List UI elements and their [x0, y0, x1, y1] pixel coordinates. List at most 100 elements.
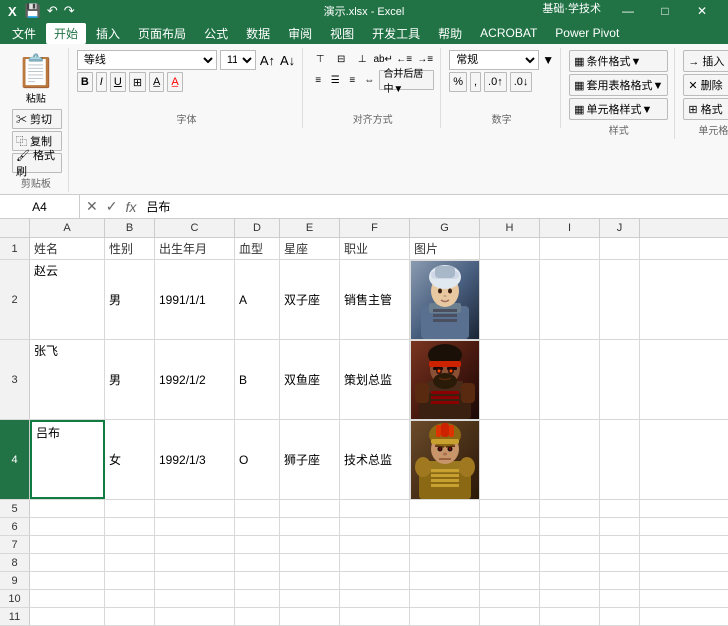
cell-f1[interactable]: 职业 — [340, 238, 410, 259]
close-btn[interactable]: ✕ — [684, 0, 720, 22]
delete-cells-btn[interactable]: ✕ 删除 ▼ — [683, 74, 728, 96]
cell-h2[interactable] — [480, 260, 540, 339]
cell-c4[interactable]: 1992/1/3 — [155, 420, 235, 499]
decrease-font-btn[interactable]: A↓ — [279, 52, 296, 69]
font-size-select[interactable]: 11 — [220, 50, 256, 70]
col-header-c[interactable]: C — [155, 219, 235, 237]
border-button[interactable]: ⊞ — [129, 72, 146, 92]
cell-j3[interactable] — [600, 340, 640, 419]
italic-button[interactable]: I — [96, 72, 107, 92]
paste-button[interactable]: 📋 粘贴 — [10, 50, 62, 107]
decrease-decimal-btn[interactable]: .0↓ — [510, 72, 533, 92]
cell-b11[interactable] — [105, 608, 155, 625]
cell-h8[interactable] — [480, 554, 540, 571]
underline-button[interactable]: U — [110, 72, 126, 92]
cell-i9[interactable] — [540, 572, 600, 589]
minimize-btn[interactable]: — — [610, 0, 646, 22]
menu-insert[interactable]: 插入 — [88, 23, 128, 44]
cell-i7[interactable] — [540, 536, 600, 553]
confirm-formula-icon[interactable]: ✓ — [104, 198, 120, 215]
insert-function-icon[interactable]: fx — [123, 199, 138, 215]
cell-c11[interactable] — [155, 608, 235, 625]
cell-g9[interactable] — [410, 572, 480, 589]
cell-g3[interactable] — [410, 340, 480, 419]
cell-i8[interactable] — [540, 554, 600, 571]
number-format-arrow[interactable]: ▼ — [542, 53, 554, 67]
cell-b5[interactable] — [105, 500, 155, 517]
cell-i5[interactable] — [540, 500, 600, 517]
menu-view[interactable]: 视图 — [322, 23, 362, 44]
cell-a2[interactable]: 赵云 — [30, 260, 105, 339]
cell-j4[interactable] — [600, 420, 640, 499]
cell-a1[interactable]: 姓名 — [30, 238, 105, 259]
col-header-i[interactable]: I — [540, 219, 600, 237]
cell-f5[interactable] — [340, 500, 410, 517]
row-num-4[interactable]: 4 — [0, 420, 30, 499]
font-name-select[interactable]: 等线 — [77, 50, 217, 70]
cell-b6[interactable] — [105, 518, 155, 535]
cell-e5[interactable] — [280, 500, 340, 517]
fill-color-button[interactable]: A̲ — [149, 72, 164, 92]
cell-c8[interactable] — [155, 554, 235, 571]
align-right-btn[interactable]: ≡ — [345, 71, 359, 89]
merge-cells-btn[interactable]: 合并后居中▼ — [379, 70, 434, 90]
row-num-6[interactable]: 6 — [0, 518, 30, 535]
row-num-2[interactable]: 2 — [0, 260, 30, 339]
cell-f8[interactable] — [340, 554, 410, 571]
cell-e2[interactable]: 双子座 — [280, 260, 340, 339]
cell-g5[interactable] — [410, 500, 480, 517]
name-box[interactable]: A4 — [0, 195, 80, 218]
row-num-5[interactable]: 5 — [0, 500, 30, 517]
cell-i11[interactable] — [540, 608, 600, 625]
redo-btn[interactable]: ↷ — [62, 1, 77, 21]
cell-d7[interactable] — [235, 536, 280, 553]
cell-j8[interactable] — [600, 554, 640, 571]
cell-g4[interactable] — [410, 420, 480, 499]
cell-j5[interactable] — [600, 500, 640, 517]
row-num-11[interactable]: 11 — [0, 608, 30, 625]
cell-e3[interactable]: 双鱼座 — [280, 340, 340, 419]
align-center-btn[interactable]: ☰ — [328, 71, 342, 89]
cell-a8[interactable] — [30, 554, 105, 571]
cell-b2[interactable]: 男 — [105, 260, 155, 339]
cell-j11[interactable] — [600, 608, 640, 625]
col-header-a[interactable]: A — [30, 219, 105, 237]
number-format-select[interactable]: 常规 — [449, 50, 539, 70]
cell-h11[interactable] — [480, 608, 540, 625]
row-num-9[interactable]: 9 — [0, 572, 30, 589]
increase-decimal-btn[interactable]: .0↑ — [484, 72, 507, 92]
cell-f7[interactable] — [340, 536, 410, 553]
col-header-d[interactable]: D — [235, 219, 280, 237]
cell-h6[interactable] — [480, 518, 540, 535]
cell-c3[interactable]: 1992/1/2 — [155, 340, 235, 419]
cell-g1[interactable]: 图片 — [410, 238, 480, 259]
align-middle-btn[interactable]: ⊟ — [332, 50, 350, 68]
menu-power-pivot[interactable]: Power Pivot — [547, 24, 627, 42]
cell-c6[interactable] — [155, 518, 235, 535]
cell-i6[interactable] — [540, 518, 600, 535]
cell-i3[interactable] — [540, 340, 600, 419]
col-header-j[interactable]: J — [600, 219, 640, 237]
cell-f11[interactable] — [340, 608, 410, 625]
menu-page-layout[interactable]: 页面布局 — [130, 23, 194, 44]
col-header-g[interactable]: G — [410, 219, 480, 237]
col-header-b[interactable]: B — [105, 219, 155, 237]
menu-data[interactable]: 数据 — [238, 23, 278, 44]
menu-review[interactable]: 审阅 — [280, 23, 320, 44]
menu-developer[interactable]: 开发工具 — [364, 23, 428, 44]
format-cells-btn[interactable]: ⊞ 格式 ▼ — [683, 98, 728, 120]
cell-j9[interactable] — [600, 572, 640, 589]
cell-h5[interactable] — [480, 500, 540, 517]
cell-c1[interactable]: 出生年月 — [155, 238, 235, 259]
cell-f4[interactable]: 技术总监 — [340, 420, 410, 499]
cell-d4[interactable]: O — [235, 420, 280, 499]
cell-a5[interactable] — [30, 500, 105, 517]
row-num-3[interactable]: 3 — [0, 340, 30, 419]
row-num-7[interactable]: 7 — [0, 536, 30, 553]
cell-d9[interactable] — [235, 572, 280, 589]
row-num-1[interactable]: 1 — [0, 238, 30, 259]
cell-a4[interactable]: 吕布 — [30, 420, 105, 499]
cell-b1[interactable]: 性别 — [105, 238, 155, 259]
menu-file[interactable]: 文件 — [4, 23, 44, 44]
cell-d3[interactable]: B — [235, 340, 280, 419]
